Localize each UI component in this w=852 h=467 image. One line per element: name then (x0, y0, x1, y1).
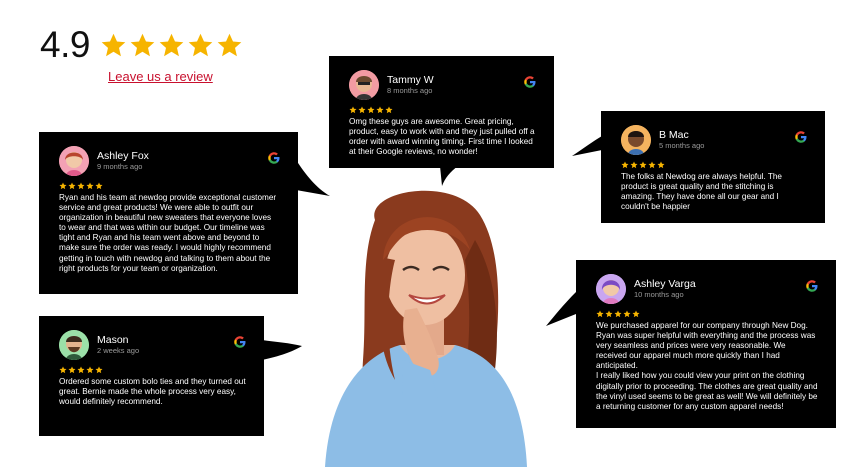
review-header: Mason 2 weeks ago (59, 330, 246, 360)
review-time: 9 months ago (97, 162, 143, 172)
star-icon (621, 161, 629, 169)
review-text: Omg these guys are awesome. Great pricin… (349, 117, 535, 157)
rating-summary: 4.9 (40, 24, 243, 66)
star-icon (367, 106, 375, 114)
avatar-tammy-w-icon (349, 70, 379, 100)
review-header: Tammy W 8 months ago (349, 70, 536, 100)
review-header: Ashley Fox 9 months ago (59, 146, 280, 176)
review-card-mason: Mason 2 weeks ago Ordered some custom bo… (39, 316, 264, 436)
avatar-ashley-varga-icon (596, 274, 626, 304)
review-header: Ashley Varga 10 months ago (596, 274, 818, 304)
star-icon (59, 182, 67, 190)
avatar (621, 125, 651, 155)
star-icon (632, 310, 640, 318)
review-stars (596, 310, 818, 318)
review-time: 10 months ago (634, 290, 684, 300)
star-icon (648, 161, 656, 169)
star-icon (86, 366, 94, 374)
leave-review-link[interactable]: Leave us a review (108, 69, 213, 84)
avatar (596, 274, 626, 304)
speech-tail (572, 136, 602, 156)
reviewer-name: Ashley Fox (97, 150, 149, 163)
star-icon (77, 366, 85, 374)
star-icon (68, 366, 76, 374)
star-icon (596, 310, 604, 318)
star-icon (95, 366, 103, 374)
star-icon (376, 106, 384, 114)
google-icon (806, 280, 818, 292)
review-time: 5 months ago (659, 141, 705, 151)
star-icon (130, 33, 155, 56)
review-card-ashley-fox: Ashley Fox 9 months ago Ryan and his tea… (39, 132, 298, 294)
review-card-b-mac: B Mac 5 months ago The folks at Newdog a… (601, 111, 825, 223)
review-time: 2 weeks ago (97, 346, 140, 356)
star-icon (217, 33, 242, 56)
star-icon (614, 310, 622, 318)
rating-score: 4.9 (40, 24, 90, 65)
review-stars (59, 182, 280, 190)
review-stars (59, 366, 246, 374)
star-icon (68, 182, 76, 190)
google-icon (268, 152, 280, 164)
review-card-ashley-varga: Ashley Varga 10 months ago We purchased … (576, 260, 836, 428)
star-icon (385, 106, 393, 114)
review-text: The folks at Newdog are always helpful. … (621, 172, 782, 212)
star-icon (623, 310, 631, 318)
reviewer-name: B Mac (659, 129, 689, 142)
star-icon (59, 366, 67, 374)
speech-tail (262, 340, 302, 360)
star-icon (95, 182, 103, 190)
star-icon (630, 161, 638, 169)
star-icon (657, 161, 665, 169)
reviewer-name: Ashley Varga (634, 278, 696, 291)
review-stars (349, 106, 536, 114)
review-text: Ryan and his team at newdog provide exce… (59, 193, 277, 273)
star-icon (188, 33, 213, 56)
star-icon (77, 182, 85, 190)
review-time: 8 months ago (387, 86, 433, 96)
star-icon (86, 182, 94, 190)
review-text: Ordered some custom bolo ties and they t… (59, 377, 246, 407)
speech-tail (440, 166, 458, 186)
star-icon (639, 161, 647, 169)
rating-stars (100, 32, 243, 59)
star-icon (605, 310, 613, 318)
avatar-ashley-fox-icon (59, 146, 89, 176)
avatar-mason-icon (59, 330, 89, 360)
review-header: B Mac 5 months ago (621, 125, 807, 155)
star-icon (358, 106, 366, 114)
reviewer-name: Tammy W (387, 74, 434, 87)
avatar (59, 330, 89, 360)
google-icon (234, 336, 246, 348)
google-icon (524, 76, 536, 88)
avatar (349, 70, 379, 100)
reviewer-name: Mason (97, 334, 129, 347)
review-stars (621, 161, 807, 169)
star-icon (101, 33, 126, 56)
smiling-woman-image (325, 190, 527, 467)
avatar-b-mac-icon (621, 125, 651, 155)
review-card-tammy-w: Tammy W 8 months ago Omg these guys are … (329, 56, 554, 168)
star-icon (159, 33, 184, 56)
speech-tail (546, 292, 576, 326)
speech-tail (296, 160, 330, 196)
review-text: We purchased apparel for our company thr… (596, 321, 818, 411)
avatar (59, 146, 89, 176)
star-icon (349, 106, 357, 114)
google-icon (795, 131, 807, 143)
